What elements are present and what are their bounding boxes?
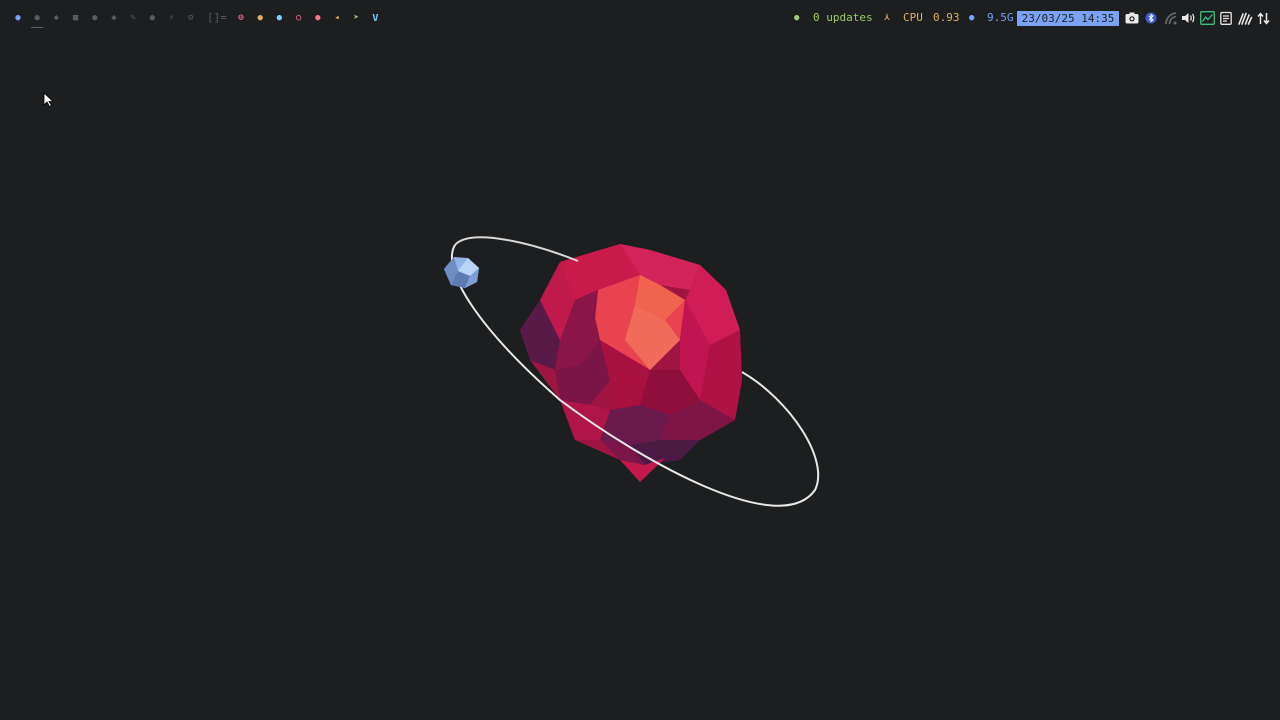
wallpaper-planet xyxy=(444,236,820,507)
moon xyxy=(444,257,479,288)
orbit-ring-back xyxy=(454,236,579,262)
planet-body xyxy=(520,244,742,482)
